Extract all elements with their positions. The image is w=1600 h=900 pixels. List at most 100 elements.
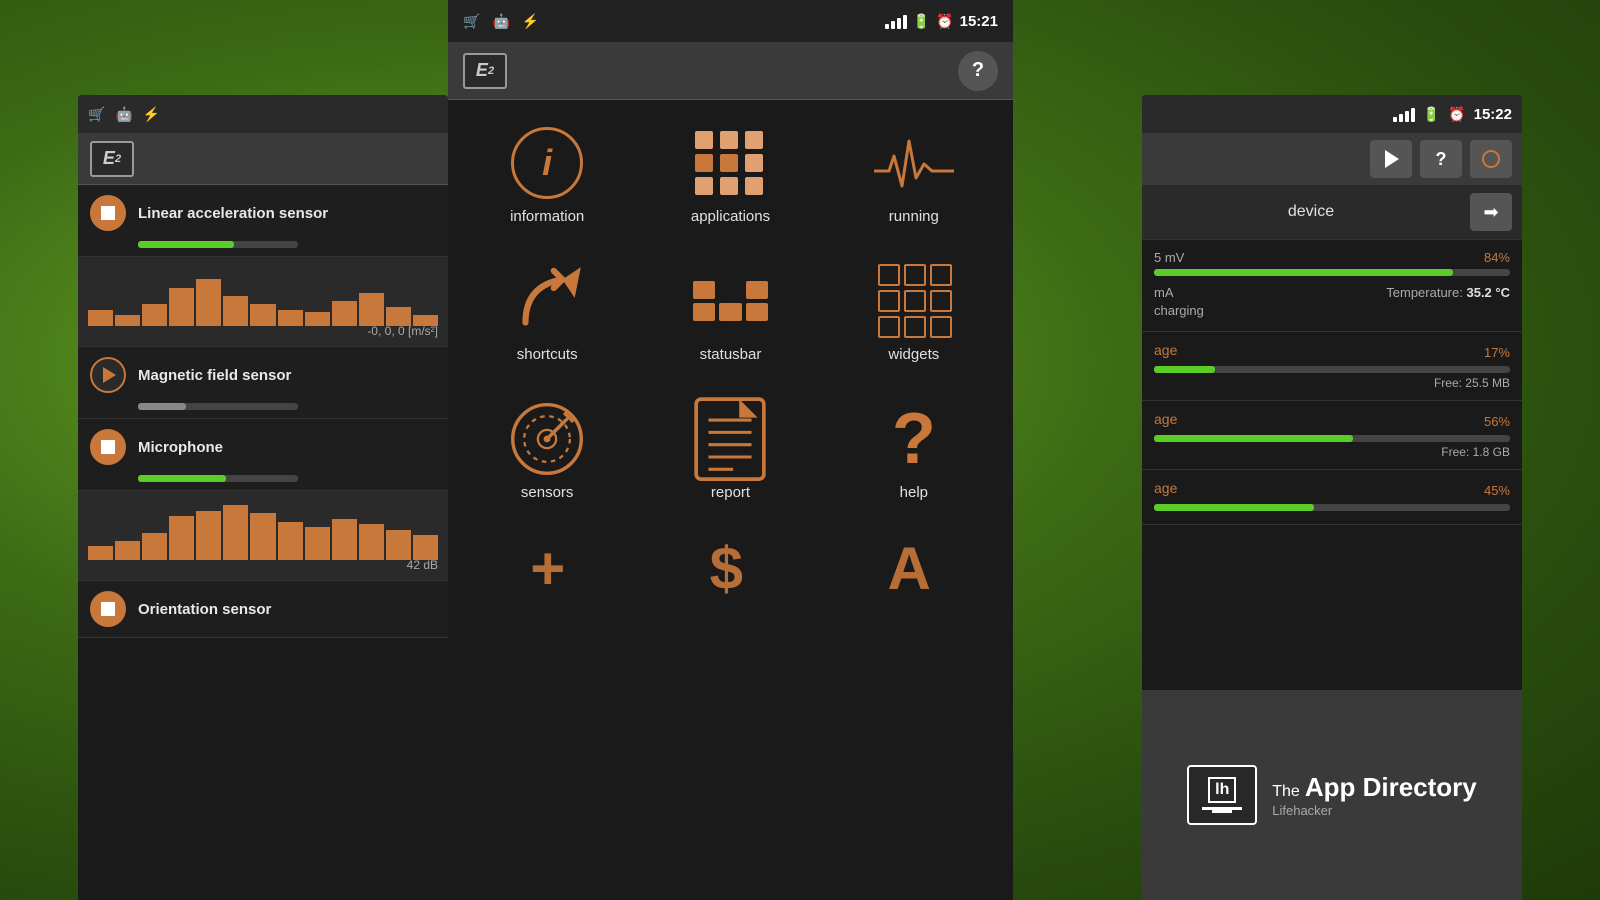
- running-icon: [874, 128, 954, 198]
- menu-item-help[interactable]: ? help: [825, 386, 1003, 519]
- e2-logo-center: E2: [463, 53, 507, 89]
- sensors-icon: [507, 404, 587, 474]
- storage2-label: age: [1154, 411, 1177, 427]
- statusbar-icon: [690, 266, 770, 336]
- time-right: 15:22: [1474, 106, 1512, 123]
- menu-item-shortcuts[interactable]: shortcuts: [458, 248, 636, 381]
- info-icon: i: [507, 128, 587, 198]
- menu-item-applications[interactable]: applications: [641, 110, 819, 243]
- stop-icon: [101, 206, 115, 220]
- a-icon: A: [887, 534, 930, 603]
- battery-icon-center: 🔋: [913, 13, 930, 30]
- play-icon-right: [1385, 150, 1399, 168]
- menu-grid: i information applications: [448, 100, 1013, 529]
- sensor-name-magnetic: Magnetic field sensor: [138, 367, 291, 384]
- temperature-label: mA: [1154, 285, 1174, 300]
- cart-icon-center: 🛒: [463, 13, 480, 30]
- usb-icon: ⚡: [143, 106, 160, 123]
- left-panel: 🛒 🤖 ⚡ E2 Linear acceleration sensor: [78, 95, 448, 900]
- lh-logo: lh: [1187, 765, 1257, 825]
- sensor-item-orientation: Orientation sensor: [78, 581, 448, 638]
- menu-item-information[interactable]: i information: [458, 110, 636, 243]
- device-row: device ➡: [1142, 185, 1522, 240]
- menu-label-widgets: widgets: [888, 346, 939, 363]
- e2-logo: E2: [90, 141, 134, 177]
- status-bar-right: 🔋 ⏰ 15:22: [1142, 95, 1522, 133]
- menu-item-statusbar[interactable]: statusbar: [641, 248, 819, 381]
- chart-label-acceleration: -0, 0, 0 [m/s²]: [367, 324, 438, 338]
- storage3-label: age: [1154, 480, 1177, 496]
- battery-percent: 84%: [1484, 250, 1510, 265]
- storage2-free: Free: 1.8 GB: [1154, 445, 1510, 459]
- help-icon: ?: [874, 404, 954, 474]
- stop-icon-orient: [101, 602, 115, 616]
- sensor-item-magnetic: Magnetic field sensor: [78, 347, 448, 419]
- menu-item-sensors[interactable]: sensors: [458, 386, 636, 519]
- storage1-section: age 17% Free: 25.5 MB: [1142, 332, 1522, 401]
- storage1-percent: 17%: [1484, 345, 1510, 360]
- play-icon: [103, 367, 116, 383]
- storage3-percent: 45%: [1484, 483, 1510, 498]
- stop-icon-mic: [101, 440, 115, 454]
- the-text: The: [1272, 783, 1300, 801]
- sensor-name-orientation: Orientation sensor: [138, 601, 271, 618]
- sensor-item-microphone: Microphone: [78, 419, 448, 491]
- menu-item-running[interactable]: running: [825, 110, 1003, 243]
- report-icon: [690, 404, 770, 474]
- help-button-center[interactable]: ?: [958, 51, 998, 91]
- status-bar-left: 🛒 🤖 ⚡: [78, 95, 448, 133]
- device-arrow-btn[interactable]: ➡: [1470, 193, 1512, 231]
- apps-icon: [690, 128, 770, 198]
- bottom-icons: + $ A: [448, 529, 1013, 608]
- sensor-name-microphone: Microphone: [138, 439, 223, 456]
- menu-label-help: help: [900, 484, 928, 501]
- center-panel: 🛒 🤖 ⚡ 🔋 ⏰ 15:21 E2 ? i information: [448, 0, 1013, 900]
- sensor-name-acceleration: Linear acceleration sensor: [138, 205, 328, 222]
- time-center: 15:21: [960, 13, 998, 30]
- menu-label-statusbar: statusbar: [700, 346, 762, 363]
- record-btn-right[interactable]: [1470, 140, 1512, 178]
- device-label: device: [1152, 203, 1470, 221]
- battery-icon-right: 🔋: [1423, 106, 1440, 123]
- help-btn-right[interactable]: ?: [1420, 140, 1462, 178]
- signal-bars-right: [1393, 106, 1415, 122]
- app-directory-title: App Directory: [1305, 772, 1477, 803]
- play-btn-right[interactable]: [1370, 140, 1412, 178]
- storage2-section: age 56% Free: 1.8 GB: [1142, 401, 1522, 470]
- app-header-left: E2: [78, 133, 448, 185]
- menu-label-running: running: [889, 208, 939, 225]
- app-directory-inner: lh The App Directory Lifehacker: [1187, 765, 1477, 825]
- menu-label-information: information: [510, 208, 584, 225]
- app-directory-overlay: lh The App Directory Lifehacker: [1142, 690, 1522, 900]
- chart-label-microphone: 42 dB: [407, 558, 438, 572]
- play-btn-magnetic[interactable]: [90, 357, 126, 393]
- widgets-icon: [874, 266, 954, 336]
- lh-text: lh: [1208, 777, 1236, 803]
- sensor-chart-acceleration: -0, 0, 0 [m/s²]: [78, 257, 448, 347]
- monitor-base: [1212, 810, 1232, 813]
- cart-icon: 🛒: [88, 106, 105, 123]
- dollar-icon: $: [710, 534, 743, 603]
- android-icon-center: 🤖: [492, 13, 509, 30]
- alarm-icon-right: ⏰: [1448, 106, 1465, 123]
- stop-btn-acceleration[interactable]: [90, 195, 126, 231]
- plus-icon: +: [530, 534, 565, 603]
- menu-label-sensors: sensors: [521, 484, 574, 501]
- storage3-section: age 45%: [1142, 470, 1522, 525]
- stop-btn-orientation[interactable]: [90, 591, 126, 627]
- record-icon: [1482, 150, 1500, 168]
- lifehacker-label: Lifehacker: [1272, 803, 1477, 818]
- status-bar-center: 🛒 🤖 ⚡ 🔋 ⏰ 15:21: [448, 0, 1013, 42]
- signal-bars: [885, 13, 907, 29]
- storage1-label: age: [1154, 342, 1177, 358]
- battery-section: 5 mV 84% mA Temperature: 35.2 °C chargin…: [1142, 240, 1522, 332]
- battery-mv: 5 mV: [1154, 250, 1184, 265]
- menu-label-applications: applications: [691, 208, 770, 225]
- stop-btn-microphone[interactable]: [90, 429, 126, 465]
- menu-label-report: report: [711, 484, 750, 501]
- menu-item-widgets[interactable]: widgets: [825, 248, 1003, 381]
- usb-icon-center: ⚡: [522, 13, 539, 30]
- sensor-chart-microphone: 42 dB: [78, 491, 448, 581]
- android-icon: 🤖: [115, 106, 132, 123]
- menu-item-report[interactable]: report: [641, 386, 819, 519]
